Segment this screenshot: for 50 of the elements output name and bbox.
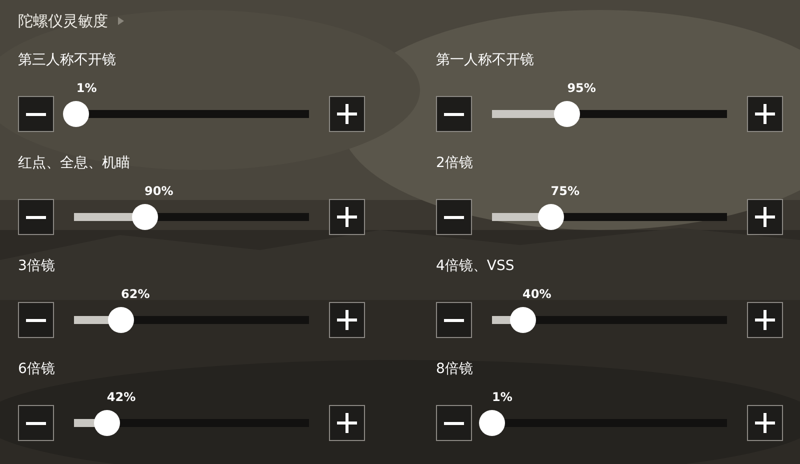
setting-label: 第三人称不开镜: [18, 51, 116, 70]
increase-button[interactable]: [329, 199, 365, 235]
plus-icon: [754, 309, 776, 331]
minus-icon: [444, 216, 464, 218]
increase-button[interactable]: [747, 302, 783, 338]
slider-value: 1%: [76, 81, 97, 95]
plus-icon: [336, 103, 358, 125]
decrease-button[interactable]: [436, 199, 472, 235]
minus-icon: [26, 112, 46, 116]
setting-label: 4倍镜、VSS: [436, 257, 514, 276]
minus-icon: [26, 216, 46, 218]
increase-button[interactable]: [747, 405, 783, 441]
slider-value: 75%: [550, 184, 580, 198]
increase-button[interactable]: [329, 96, 365, 132]
minus-icon: [444, 422, 464, 424]
decrease-button[interactable]: [18, 96, 54, 132]
slider-value: 62%: [121, 287, 150, 301]
plus-icon: [754, 206, 776, 228]
increase-button[interactable]: [329, 405, 365, 441]
increase-button[interactable]: [747, 96, 783, 132]
slider-value: 95%: [567, 81, 596, 95]
setting-label: 3倍镜: [18, 257, 55, 276]
plus-icon: [336, 309, 358, 331]
plus-icon: [754, 103, 776, 125]
minus-icon: [444, 318, 464, 322]
decrease-button[interactable]: [18, 405, 54, 441]
decrease-button[interactable]: [436, 96, 472, 132]
minus-icon: [444, 112, 464, 116]
slider-value: 42%: [106, 390, 136, 404]
decrease-button[interactable]: [436, 405, 472, 441]
plus-icon: [336, 412, 358, 434]
setting-label: 8倍镜: [436, 360, 473, 379]
setting-label: 红点、全息、机瞄: [18, 154, 130, 173]
section-title: 陀螺仪灵敏度: [18, 12, 108, 30]
setting-label: 6倍镜: [18, 360, 55, 379]
arrow-icon: [118, 17, 124, 25]
minus-icon: [26, 318, 46, 322]
slider-value: 90%: [144, 184, 174, 198]
increase-button[interactable]: [747, 199, 783, 235]
setting-label: 第一人称不开镜: [436, 51, 534, 70]
decrease-button[interactable]: [18, 199, 54, 235]
plus-icon: [754, 412, 776, 434]
minus-icon: [26, 422, 46, 424]
decrease-button[interactable]: [18, 302, 54, 338]
slider-value: 40%: [522, 287, 552, 301]
setting-label: 2倍镜: [436, 154, 473, 173]
slider-value: 1%: [492, 390, 512, 404]
decrease-button[interactable]: [436, 302, 472, 338]
increase-button[interactable]: [329, 302, 365, 338]
plus-icon: [336, 206, 358, 228]
